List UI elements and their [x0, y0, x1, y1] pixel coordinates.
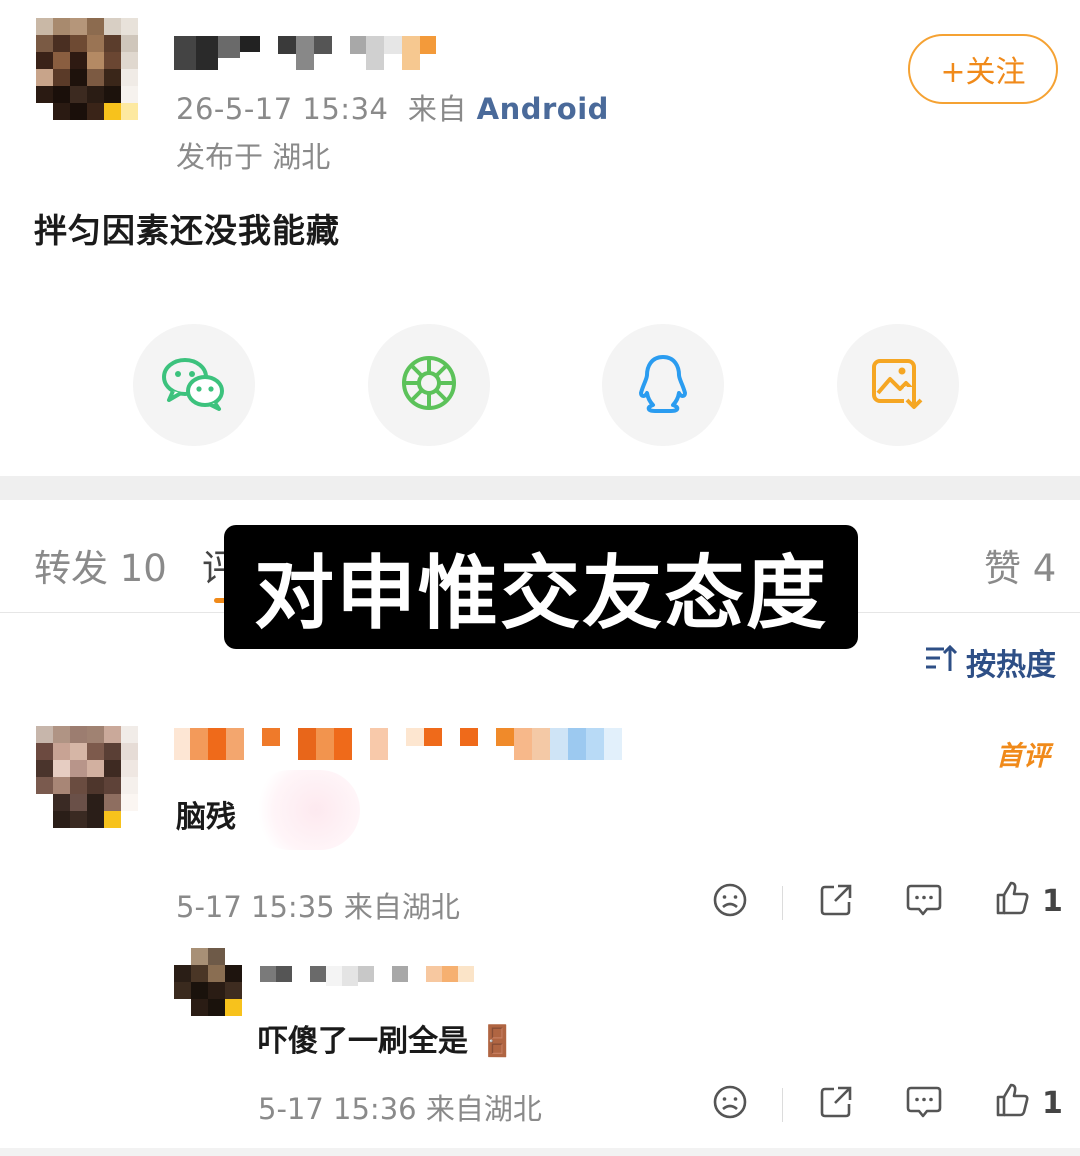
commenter-name-redacted[interactable] [174, 728, 622, 760]
thumbs-up-icon [993, 879, 1031, 921]
post-meta: 26-5-17 15:34 来自 Android [176, 86, 609, 128]
poster-name-redacted[interactable] [174, 36, 436, 70]
bottom-edge [0, 1148, 1080, 1156]
reply-dislike-button[interactable] [708, 1082, 752, 1126]
moments-icon [400, 354, 458, 416]
sort-label: 按热度 [966, 648, 1056, 683]
comment-text: 脑残 [176, 800, 236, 835]
comment-bubble-icon [905, 1084, 943, 1124]
poster-avatar[interactable] [36, 18, 138, 120]
share-comment-button[interactable] [814, 880, 858, 924]
first-comment-badge: 首评 [996, 741, 1050, 772]
sort-icon [924, 643, 958, 681]
post-location: 发布于 湖北 [176, 140, 331, 174]
door-emoji: 🚪 [478, 1024, 516, 1059]
section-divider [0, 476, 1080, 500]
share-icon [818, 882, 854, 922]
reply-text-body: 吓傻了一刷全是 [258, 1024, 468, 1059]
dislike-button[interactable] [708, 880, 752, 924]
replier-avatar[interactable] [174, 948, 242, 1016]
wechat-icon [161, 355, 227, 415]
reply-meta: 5-17 15:36 来自湖北 [258, 1092, 542, 1126]
tab-likes[interactable]: 赞 4 [984, 538, 1056, 592]
sad-face-icon [712, 1084, 748, 1124]
commenter-avatar[interactable] [36, 726, 138, 828]
follow-button[interactable]: +关注 [908, 34, 1058, 104]
reply-like-button[interactable] [990, 1080, 1034, 1124]
share-icon [818, 1084, 854, 1124]
replier-name-redacted[interactable] [260, 966, 474, 986]
action-separator [782, 886, 783, 920]
sort-button[interactable]: 按热度 [924, 640, 1056, 684]
like-count: 1 [1042, 884, 1063, 919]
sad-face-icon [712, 882, 748, 922]
comment-meta: 5-17 15:35 来自湖北 [176, 890, 460, 924]
thumbs-up-icon [993, 1081, 1031, 1123]
tab-repost[interactable]: 转发 10 [34, 538, 167, 592]
save-image-button[interactable] [837, 324, 959, 446]
comment-bubble-icon [905, 882, 943, 922]
qq-icon [637, 353, 689, 417]
share-moments-button[interactable] [368, 324, 490, 446]
post-body: 拌匀因素还没我能藏 [34, 211, 340, 250]
save-image-icon [870, 355, 926, 415]
reply-reply-button[interactable] [902, 1082, 946, 1126]
post-from: 来自 [407, 92, 467, 126]
share-wechat-button[interactable] [133, 324, 255, 446]
reply-share-button[interactable] [814, 1082, 858, 1126]
overlay-caption: 对申惟交友态度 [224, 525, 858, 649]
reply-button[interactable] [902, 880, 946, 924]
share-qq-button[interactable] [602, 324, 724, 446]
action-separator [782, 1088, 783, 1122]
post-time: 26-5-17 15:34 [176, 92, 389, 126]
post-source[interactable]: Android [477, 92, 609, 126]
reply-like-count: 1 [1042, 1086, 1063, 1121]
reply-text: 吓傻了一刷全是 🚪 [258, 1016, 516, 1060]
like-button[interactable] [990, 878, 1034, 922]
comment-bg-sticker [250, 770, 360, 850]
